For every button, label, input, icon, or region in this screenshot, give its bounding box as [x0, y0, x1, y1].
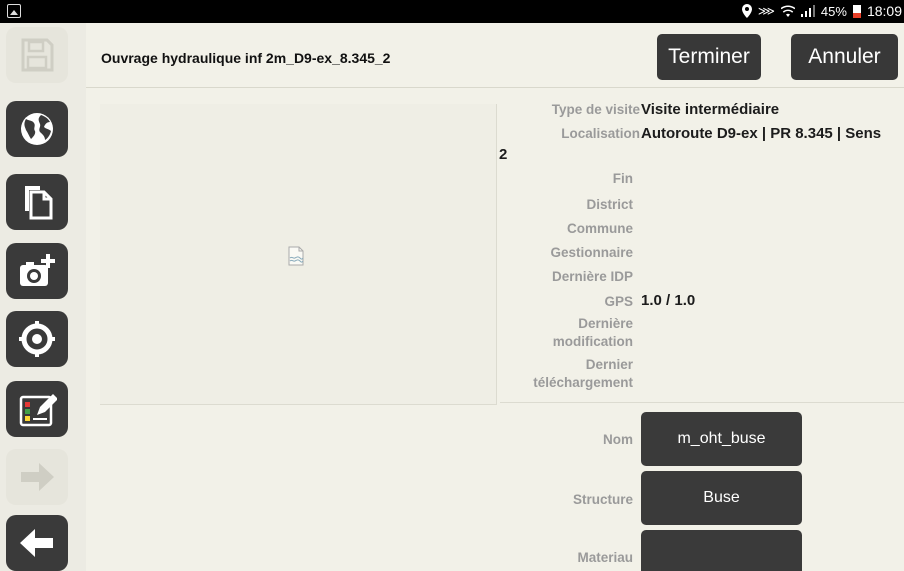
- nom-label: Nom: [603, 432, 633, 447]
- header: Ouvrage hydraulique inf 2m_D9-ex_8.345_2…: [86, 23, 904, 88]
- back-button[interactable]: [6, 515, 68, 571]
- type-visite-value: Visite intermédiaire: [641, 101, 780, 118]
- battery-icon: [852, 4, 861, 18]
- finish-button[interactable]: Terminer: [657, 34, 761, 80]
- section-divider: [500, 402, 904, 403]
- status-bar: ⋙ 45% 18:09: [0, 0, 904, 23]
- save-icon: [21, 38, 54, 72]
- camera-add-icon: [20, 254, 55, 286]
- page-title: Ouvrage hydraulique inf 2m_D9-ex_8.345_2: [101, 50, 391, 66]
- target-icon: [19, 321, 55, 357]
- localisation-value: Autoroute D9-ex | PR 8.345 | Sens: [641, 125, 882, 142]
- derniere-modification-label-line2: modification: [552, 334, 633, 349]
- copy-documents-icon: [25, 186, 53, 220]
- mute-icon: ⋙: [757, 4, 775, 18]
- cancel-button[interactable]: Annuler: [791, 34, 898, 80]
- clock: 18:09: [866, 3, 902, 19]
- localisation-value-continued: 2: [499, 146, 508, 163]
- wifi-icon: [780, 5, 795, 17]
- nom-field[interactable]: m_oht_buse: [641, 412, 802, 466]
- district-label: District: [586, 197, 633, 212]
- locate-button[interactable]: [6, 311, 68, 367]
- gestionnaire-label: Gestionnaire: [550, 245, 633, 260]
- photo-panel[interactable]: [100, 104, 497, 405]
- materiau-label: Materiau: [577, 550, 633, 565]
- signal-icon: [800, 5, 815, 17]
- status-icons: ⋙ 45% 18:09: [741, 3, 902, 19]
- image-icon: [7, 4, 21, 18]
- broken-image-icon: [288, 246, 304, 266]
- dernier-telechargement-label-line2: téléchargement: [533, 375, 633, 390]
- edit-form-button[interactable]: [6, 381, 68, 437]
- globe-button[interactable]: [6, 101, 68, 157]
- materiau-field[interactable]: [641, 530, 802, 571]
- documents-button[interactable]: [6, 174, 68, 230]
- localisation-label: Localisation: [561, 126, 640, 141]
- gps-label: GPS: [604, 294, 633, 309]
- globe-icon: [21, 113, 53, 145]
- commune-label: Commune: [566, 221, 633, 236]
- next-button[interactable]: [6, 449, 68, 505]
- type-visite-label: Type de visite: [551, 102, 640, 117]
- derniere-idp-label: Dernière IDP: [551, 269, 633, 284]
- arrow-right-icon: [21, 463, 54, 491]
- save-button[interactable]: [6, 27, 68, 83]
- battery-percent: 45%: [820, 3, 847, 19]
- edit-checklist-icon: [19, 394, 57, 427]
- location-icon: [741, 4, 752, 18]
- dernier-telechargement-label-line1: Dernier: [585, 357, 633, 372]
- gps-value: 1.0 / 1.0: [641, 292, 696, 309]
- structure-label: Structure: [572, 492, 633, 507]
- add-photo-button[interactable]: [6, 243, 68, 299]
- arrow-left-icon: [20, 529, 53, 557]
- fin-label: Fin: [612, 171, 633, 186]
- structure-field[interactable]: Buse: [641, 471, 802, 525]
- derniere-modification-label-line1: Dernière: [578, 316, 633, 331]
- sidebar: [0, 23, 86, 571]
